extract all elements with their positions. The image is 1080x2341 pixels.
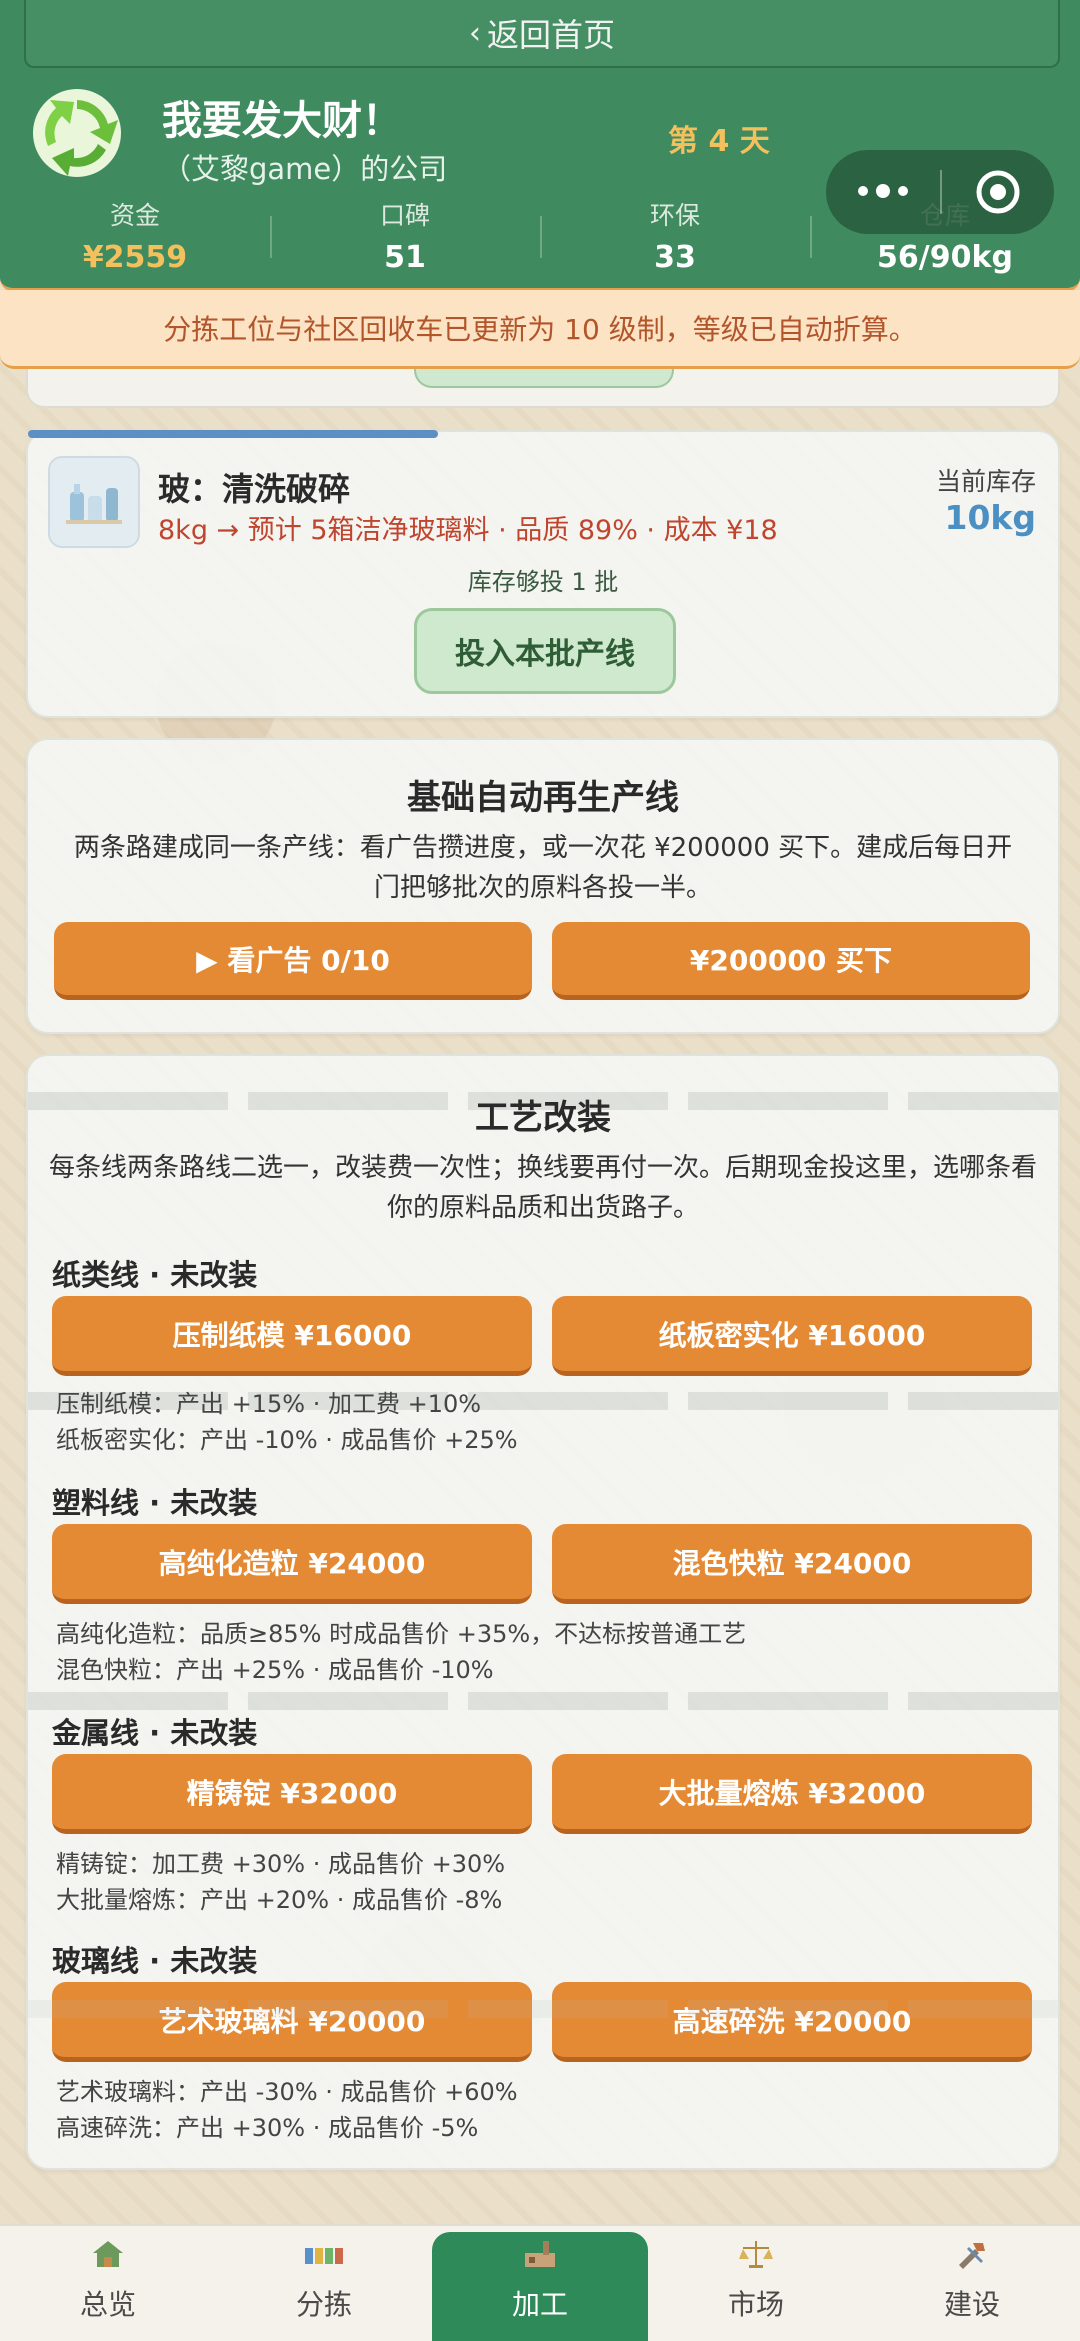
back-home-label: 返回首页	[486, 16, 615, 54]
watch-ad-button[interactable]: ▶ 看广告 0/10	[54, 922, 532, 1000]
decor-strip	[28, 2000, 1058, 2018]
company-name: 我要发大财！	[162, 98, 402, 144]
nav-build[interactable]: 建设	[864, 2226, 1080, 2341]
plastic-purify-button[interactable]: 高纯化造粒 ¥24000	[52, 1524, 532, 1604]
nav-label: 建设	[943, 2288, 1000, 2321]
batch-note: 库存够投 1 批	[467, 568, 619, 596]
more-menu-icon[interactable]	[826, 184, 940, 198]
decor-strip	[28, 1692, 1058, 1710]
nav-overview[interactable]: 总览	[0, 2226, 216, 2341]
metal-line-heading: 金属线 · 未改装	[52, 1716, 258, 1750]
plastic-note-a: 高纯化造粒：品质≥85% 时成品售价 +35%，不达标按普通工艺	[56, 1620, 747, 1648]
metal-note-b: 大批量熔炼：产出 +20% · 成品售价 -8%	[56, 1886, 503, 1914]
back-home-button[interactable]: ‹ 返回首页	[24, 0, 1060, 68]
stat-value: 56/90kg	[877, 240, 1013, 275]
nav-sorting[interactable]: 分拣	[216, 2226, 432, 2341]
glass-note-a: 艺术玻璃料：产出 -30% · 成品售价 +60%	[56, 2078, 518, 2106]
glass-art-button[interactable]: 艺术玻璃料 ¥20000	[52, 1982, 532, 2062]
recycle-logo-icon	[30, 86, 124, 180]
metal-note-a: 精铸锭：加工费 +30% · 成品售价 +30%	[56, 1850, 506, 1878]
plastic-note-b: 混色快粒：产出 +25% · 成品售价 -10%	[56, 1656, 494, 1684]
company-owner: （艾黎game）的公司	[162, 152, 448, 186]
stock-label: 当前库存	[935, 467, 1036, 496]
stat-value: 51	[384, 240, 426, 275]
stat-funds: 资金 ¥2559	[0, 196, 270, 276]
bottom-nav: 总览 分拣 加工 市场 建设	[0, 2224, 1080, 2341]
paper-note-a: 压制纸模：产出 +15% · 加工费 +10%	[56, 1390, 482, 1418]
stat-reputation: 口碑 51	[270, 196, 540, 276]
nav-label: 总览	[79, 2288, 136, 2321]
stat-label: 环保	[649, 201, 700, 230]
glass-note-b: 高速碎洗：产出 +30% · 成品售价 -5%	[56, 2114, 479, 2142]
progress-bar	[28, 430, 438, 438]
craft-description: 每条线两条路线二选一，改装费一次性；换线要再付一次。后期现金投这里，选哪条看你的…	[48, 1153, 1037, 1223]
day-counter: 第 4 天	[668, 124, 770, 159]
miniprogram-capsule	[826, 150, 1054, 234]
nav-market[interactable]: 市场	[648, 2226, 864, 2341]
auto-line-description: 两条路建成同一条产线：看广告攒进度，或一次花 ¥200000 买下。建成后每日开…	[73, 833, 1013, 903]
glass-bottles-icon	[48, 456, 140, 548]
header: ‹ 返回首页 我要发大财！ （艾黎game）的公司 第 4 天 资金 ¥2559…	[0, 0, 1080, 292]
put-batch-button[interactable]: 投入本批产线	[414, 608, 676, 694]
market-icon	[739, 2239, 773, 2269]
paper-note-b: 纸板密实化：产出 -10% · 成品售价 +25%	[56, 1426, 518, 1454]
overview-icon	[91, 2239, 125, 2269]
nav-label: 分拣	[295, 2288, 352, 2321]
metal-ingot-button[interactable]: 精铸锭 ¥32000	[52, 1754, 532, 1834]
nav-label: 加工	[511, 2288, 568, 2321]
line-description: 8kg → 预计 5箱洁净玻璃料 · 品质 89% · 成本 ¥18	[158, 515, 778, 546]
build-icon	[955, 2239, 989, 2269]
glass-line-card: 玻：清洗破碎 8kg → 预计 5箱洁净玻璃料 · 品质 89% · 成本 ¥1…	[26, 430, 1060, 718]
craft-title: 工艺改装	[475, 1098, 611, 1138]
stock-value: 10kg	[944, 498, 1037, 537]
stat-label: 口碑	[379, 201, 430, 230]
paper-densify-button[interactable]: 纸板密实化 ¥16000	[552, 1296, 1032, 1376]
chevron-left-icon: ‹	[468, 15, 481, 51]
plastic-mixed-button[interactable]: 混色快粒 ¥24000	[552, 1524, 1032, 1604]
paper-line-heading: 纸类线 · 未改装	[52, 1258, 258, 1292]
stat-eco: 环保 33	[540, 196, 810, 276]
auto-line-card: 基础自动再生产线 两条路建成同一条产线：看广告攒进度，或一次花 ¥200000 …	[26, 738, 1060, 1034]
auto-line-title: 基础自动再生产线	[407, 778, 679, 818]
nav-processing[interactable]: 加工	[432, 2232, 648, 2341]
glass-fast-button[interactable]: 高速碎洗 ¥20000	[552, 1982, 1032, 2062]
close-target-icon[interactable]	[942, 169, 1054, 215]
craft-upgrade-card: 工艺改装 每条线两条路线二选一，改装费一次性；换线要再付一次。后期现金投这里，选…	[26, 1054, 1060, 2170]
line-title: 玻：清洗破碎	[158, 470, 351, 508]
sorting-icon	[304, 2239, 344, 2269]
update-notice: 分拣工位与社区回收车已更新为 10 级制，等级已自动折算。	[0, 290, 1080, 369]
glass-line-heading: 玻璃线 · 未改装	[52, 1944, 258, 1978]
processing-icon	[523, 2239, 557, 2269]
metal-bulk-button[interactable]: 大批量熔炼 ¥32000	[552, 1754, 1032, 1834]
plastic-line-heading: 塑料线 · 未改装	[52, 1486, 258, 1520]
nav-label: 市场	[727, 2288, 784, 2321]
paper-mold-button[interactable]: 压制纸模 ¥16000	[52, 1296, 532, 1376]
stat-value: ¥2559	[82, 240, 188, 275]
stat-label: 资金	[109, 201, 160, 230]
stat-value: 33	[654, 240, 696, 275]
buy-line-button[interactable]: ¥200000 买下	[552, 922, 1030, 1000]
